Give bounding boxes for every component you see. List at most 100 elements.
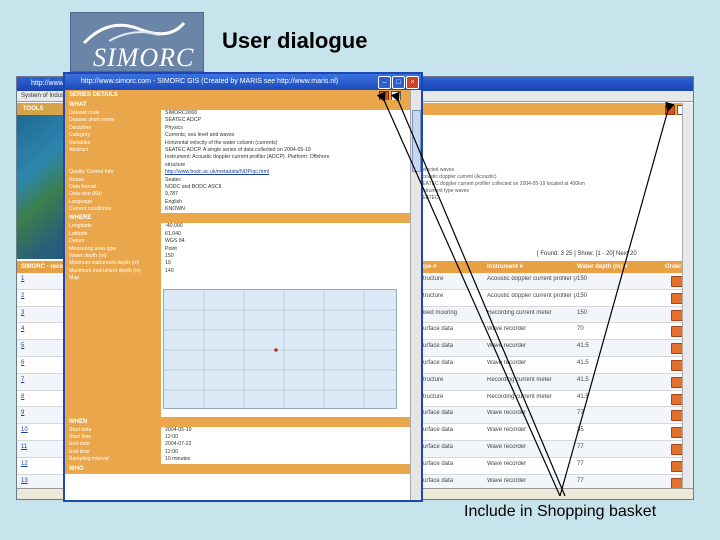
when-value: 12:00 bbox=[165, 433, 178, 440]
what-row: Instrument: Acoustic doppler current pro… bbox=[65, 154, 421, 162]
what-label: Category bbox=[65, 132, 161, 140]
what-row: Data size (Kb) 9,787 bbox=[65, 191, 421, 199]
record-link[interactable]: 6 bbox=[21, 360, 24, 366]
where-row: Measuring area type Point bbox=[65, 245, 421, 254]
what-label: Quality Control Info bbox=[65, 169, 161, 177]
type-cell: Surface data bbox=[419, 477, 454, 484]
where-label: Map bbox=[65, 275, 161, 283]
depth-cell: 150 bbox=[577, 292, 588, 299]
detail-line: SEATEC bbox=[419, 195, 439, 201]
when-value: 2004-05-19 bbox=[165, 426, 192, 433]
instrument-cell: Wave recorder bbox=[487, 359, 527, 366]
what-label: Data size (Kb) bbox=[65, 191, 161, 199]
bg-scrollbar[interactable] bbox=[682, 103, 693, 489]
found-pagination[interactable]: [ Found: 3 25 ] Show: [1 - 20] Next 20 bbox=[537, 251, 637, 257]
where-label: Latitude bbox=[65, 230, 161, 239]
popup-title-text: http://www.simorc.com - SIMORC GIS (Crea… bbox=[81, 78, 339, 85]
type-cell: Surface data bbox=[419, 443, 454, 450]
where-row: Datum WGS 84 bbox=[65, 238, 421, 246]
maximize-icon[interactable]: □ bbox=[392, 76, 405, 89]
record-link[interactable]: 3 bbox=[21, 310, 24, 316]
when-label: End date bbox=[65, 441, 161, 449]
where-value: -40.090 bbox=[165, 223, 183, 230]
when-value: 10 minutes bbox=[165, 456, 191, 463]
who-section-header: WHO bbox=[65, 463, 421, 474]
what-value: Horizontal velocity of the water column … bbox=[165, 139, 278, 146]
when-value: 2004-07-22 bbox=[165, 441, 192, 448]
depth-cell: 41.5 bbox=[577, 343, 589, 350]
where-value: 10 bbox=[165, 260, 171, 267]
minimize-icon[interactable]: – bbox=[378, 76, 391, 89]
what-value: SIMORC0000 bbox=[165, 110, 198, 116]
record-link[interactable]: 9 bbox=[21, 410, 24, 416]
what-value: 9,787 bbox=[165, 191, 178, 198]
instrument-cell: Wave recorder bbox=[487, 427, 527, 434]
depth-cell: 77 bbox=[577, 460, 584, 467]
what-label: Language bbox=[65, 198, 161, 207]
record-link[interactable]: 1 bbox=[21, 276, 24, 282]
where-row: Longitude -40.090 bbox=[65, 223, 421, 231]
shopping-basket-icon[interactable] bbox=[665, 105, 675, 115]
what-value[interactable]: http://www.bodc.ac.uk/metadata/NDP/qc.ht… bbox=[165, 169, 405, 176]
type-cell: Surface data bbox=[419, 326, 454, 333]
type-cell: Fixed mooring bbox=[419, 309, 458, 316]
record-link[interactable]: 2 bbox=[21, 293, 24, 299]
when-value: 12:00 bbox=[165, 448, 178, 455]
popup-scrollbar[interactable] bbox=[410, 90, 421, 500]
col-header-instrument[interactable]: Instrument # bbox=[487, 261, 523, 273]
series-details-popup: http://www.simorc.com - SIMORC GIS (Crea… bbox=[63, 72, 423, 502]
detail-line: Selected waves bbox=[419, 167, 455, 173]
what-row: structure bbox=[65, 161, 421, 170]
record-link[interactable]: 12 bbox=[21, 461, 28, 467]
depth-cell: 70 bbox=[577, 326, 584, 333]
logo-text: SIMORC bbox=[93, 43, 195, 72]
what-row: Quality Control Info http://www.bodc.ac.u… bbox=[65, 169, 421, 177]
depth-cell: 150 bbox=[577, 309, 588, 316]
what-value: Physics bbox=[165, 124, 183, 131]
what-value: Currents, sea level and waves bbox=[165, 132, 235, 139]
what-label bbox=[65, 161, 161, 170]
location-map bbox=[65, 282, 421, 417]
where-label: Longitude bbox=[65, 223, 161, 231]
record-link[interactable]: 7 bbox=[21, 377, 24, 383]
depth-cell: 41.5 bbox=[577, 393, 589, 400]
when-label: End time bbox=[65, 448, 161, 457]
where-row: Water depth (m) 150 bbox=[65, 253, 421, 261]
col-header-record[interactable]: SIMORC - record bbox=[21, 261, 69, 273]
record-link[interactable]: 13 bbox=[21, 478, 28, 484]
instrument-cell: Acoustic doppler current profiler (ADCP) bbox=[487, 292, 577, 299]
what-row: Variables Horizontal velocity of the wate… bbox=[65, 139, 421, 147]
where-section-header: WHERE bbox=[65, 213, 421, 224]
record-link[interactable]: 4 bbox=[21, 326, 24, 332]
series-details-header: SERIES DETAILS bbox=[65, 90, 421, 101]
when-row: Start time 12:00 bbox=[65, 433, 421, 442]
what-row: Data format NODC and BODC ASCII bbox=[65, 183, 421, 192]
when-row: End date 2004-07-22 bbox=[65, 441, 421, 449]
what-label: Dataset short name bbox=[65, 117, 161, 125]
depth-cell: 35 bbox=[577, 427, 584, 434]
record-link[interactable]: 10 bbox=[21, 427, 28, 433]
when-row: Start date 2004-05-19 bbox=[65, 426, 421, 434]
record-link[interactable]: 5 bbox=[21, 343, 24, 349]
what-label: Data format bbox=[65, 183, 161, 192]
when-row: End time 12:00 bbox=[65, 448, 421, 457]
detail-line: Acoustic doppler current (Acoustic) bbox=[419, 174, 497, 180]
what-row: Language English bbox=[65, 198, 421, 207]
where-label: Minimum instrument depth (m) bbox=[65, 260, 161, 268]
col-header-depth[interactable]: Water depth (m) # bbox=[577, 261, 627, 273]
record-link[interactable]: 11 bbox=[21, 444, 27, 450]
depth-cell: 77 bbox=[577, 410, 584, 417]
depth-cell: 41.5 bbox=[577, 359, 589, 366]
record-link[interactable]: 8 bbox=[21, 394, 24, 400]
what-rows: Dataset code SIMORC0000 Dataset short name… bbox=[65, 110, 421, 214]
what-row: Abstract SEATEC ADCP. A single series of … bbox=[65, 146, 421, 155]
bg-detail-text: Selected waves Acoustic doppler current … bbox=[419, 167, 679, 202]
close-icon[interactable]: × bbox=[406, 76, 419, 89]
what-label: Discipline bbox=[65, 124, 161, 133]
what-row: Dataset short name SEATEC ADCP bbox=[65, 117, 421, 125]
when-row: Sampling interval 10 minutes bbox=[65, 456, 421, 464]
instrument-cell: Wave recorder bbox=[487, 343, 527, 350]
popup-titlebar: http://www.simorc.com - SIMORC GIS (Crea… bbox=[65, 74, 421, 90]
where-label: Water depth (m) bbox=[65, 253, 161, 261]
popup-scroll-thumb[interactable] bbox=[412, 110, 421, 172]
